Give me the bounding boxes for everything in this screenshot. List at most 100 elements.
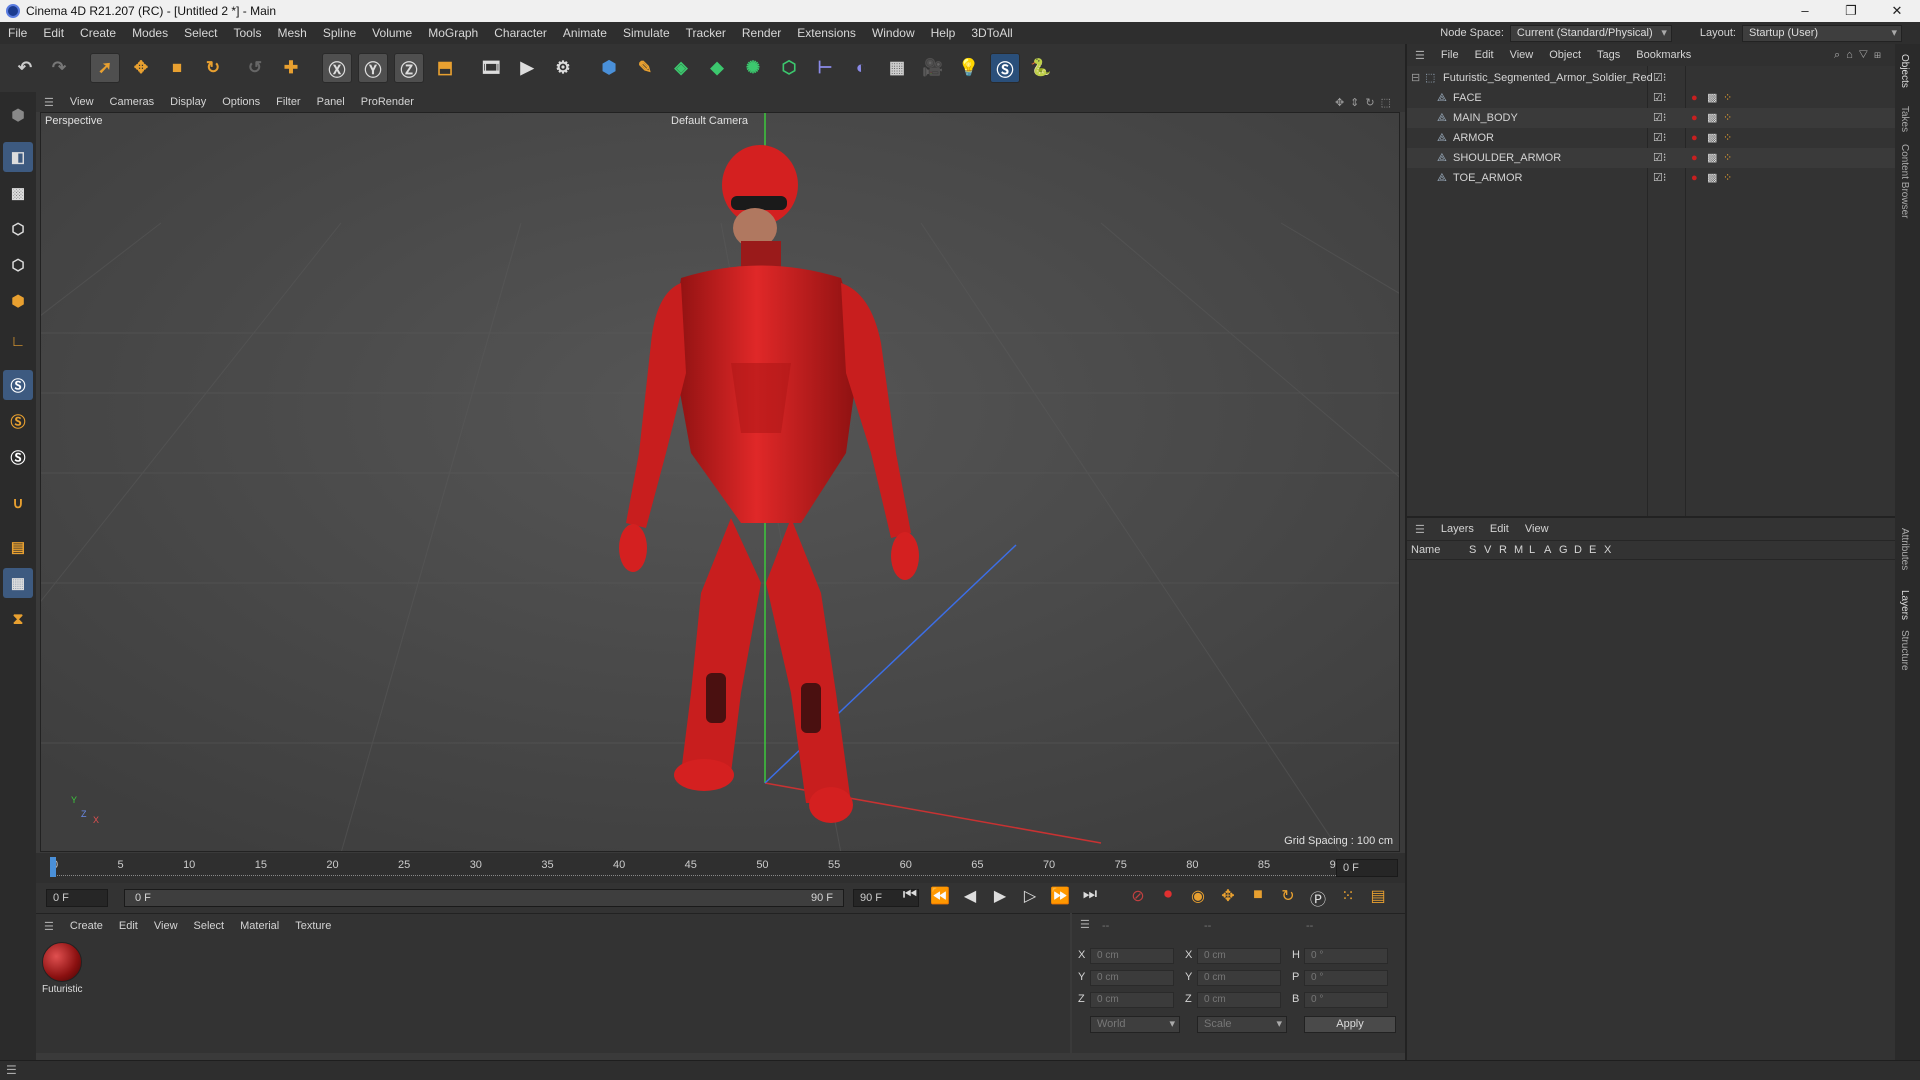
prev-frame-icon[interactable]: ◀ xyxy=(958,886,982,906)
coord-space-dropdown[interactable]: World xyxy=(1090,1016,1180,1033)
next-frame-icon[interactable]: ▷ xyxy=(1018,886,1042,906)
material-tag-icon[interactable]: ● xyxy=(1691,148,1698,168)
minimize-button[interactable]: – xyxy=(1782,0,1828,22)
render-view-icon[interactable]: 🎞 xyxy=(476,53,506,83)
model-mode-icon[interactable]: ◧ xyxy=(3,142,33,172)
viewport-camera-label[interactable]: Default Camera xyxy=(671,115,748,127)
coord-rot-b-field[interactable]: 0 ° xyxy=(1304,992,1388,1008)
menu-tracker[interactable]: Tracker xyxy=(678,26,734,40)
tab-layers[interactable]: Layers xyxy=(1899,590,1910,620)
menu-3dtoall[interactable]: 3DToAll xyxy=(963,26,1020,40)
redo-icon[interactable]: ↷ xyxy=(44,53,74,83)
world-coordinates-icon[interactable]: ⬒ xyxy=(430,53,460,83)
recent-tool-icon[interactable]: ↺ xyxy=(240,53,270,83)
move-tool-icon[interactable]: ✥ xyxy=(126,53,156,83)
pla-key-icon[interactable]: ⁙ xyxy=(1336,886,1360,910)
layers-col-xref[interactable]: X xyxy=(1604,544,1619,556)
phong-tag-icon[interactable]: ⁘ xyxy=(1723,168,1732,188)
layers-col-locked[interactable]: L xyxy=(1529,544,1544,556)
select-tool-icon[interactable]: ➚ xyxy=(90,53,120,83)
current-frame-field[interactable]: 0 F xyxy=(1336,859,1398,877)
material-menu-texture[interactable]: Texture xyxy=(287,920,339,932)
menu-extensions[interactable]: Extensions xyxy=(789,26,864,40)
menu-window[interactable]: Window xyxy=(864,26,923,40)
playhead[interactable] xyxy=(50,857,56,877)
material-menu-material[interactable]: Material xyxy=(232,920,287,932)
material-menu-create[interactable]: Create xyxy=(62,920,111,932)
viewport-menu-display[interactable]: Display xyxy=(162,96,214,108)
menu-mesh[interactable]: Mesh xyxy=(269,26,314,40)
viewport-menu-hamburger-icon[interactable]: ☰ xyxy=(36,96,62,109)
texture-tag-icon[interactable]: ▩ xyxy=(1707,88,1717,108)
coord-mode-dropdown[interactable]: Scale xyxy=(1197,1016,1287,1033)
visibility-toggle-icon[interactable]: ☑⁝ xyxy=(1653,148,1666,168)
make-editable-icon[interactable]: ⬢ xyxy=(3,100,33,130)
render-picture-viewer-icon[interactable]: ▶ xyxy=(512,53,542,83)
coordinate-system-icon[interactable]: ✚ xyxy=(276,53,306,83)
tab-content-browser[interactable]: Content Browser xyxy=(1899,144,1910,218)
coord-pos-y-field[interactable]: 0 cm xyxy=(1090,970,1174,986)
play-icon[interactable]: ▶ xyxy=(988,886,1012,906)
material-tag-icon[interactable]: ● xyxy=(1691,88,1698,108)
goto-end-icon[interactable]: ⏭ xyxy=(1078,886,1102,906)
autokey-icon[interactable]: ⏺ xyxy=(1156,886,1180,910)
object-row-toe-armor[interactable]: ⟁ TOE_ARMOR ☑⁝ ● ▩ ⁘ xyxy=(1407,168,1895,188)
magnet-icon[interactable]: ∪ xyxy=(3,488,33,518)
visibility-toggle-icon[interactable]: ☑⁝ xyxy=(1653,168,1666,188)
phong-tag-icon[interactable]: ⁘ xyxy=(1723,88,1732,108)
maximize-button[interactable]: ❐ xyxy=(1828,0,1874,22)
menu-help[interactable]: Help xyxy=(923,26,964,40)
layers-col-render[interactable]: R xyxy=(1499,544,1514,556)
layers-menu-view[interactable]: View xyxy=(1517,523,1557,535)
next-key-icon[interactable]: ⏩ xyxy=(1048,886,1072,906)
coord-size-z-field[interactable]: 0 cm xyxy=(1197,992,1281,1008)
edges-mode-icon[interactable]: ⬡ xyxy=(3,250,33,280)
texture-mode-icon[interactable]: ▩ xyxy=(3,178,33,208)
menu-create[interactable]: Create xyxy=(72,26,124,40)
objects-menu-tags[interactable]: Tags xyxy=(1589,49,1628,61)
deformer-bend-icon[interactable]: ⊢ xyxy=(810,53,840,83)
scale-tool-icon[interactable]: ■ xyxy=(162,53,192,83)
menu-mograph[interactable]: MoGraph xyxy=(420,26,486,40)
coord-rot-h-field[interactable]: 0 ° xyxy=(1304,948,1388,964)
y-axis-lock-icon[interactable]: Ⓨ xyxy=(358,53,388,83)
layers-menu-edit[interactable]: Edit xyxy=(1482,523,1517,535)
start-frame-field[interactable]: 0 F xyxy=(46,889,108,907)
texture-tag-icon[interactable]: ▩ xyxy=(1707,108,1717,128)
camera-icon[interactable]: 🎥 xyxy=(918,53,948,83)
material-tag-icon[interactable]: ● xyxy=(1691,128,1698,148)
frame-range-slider[interactable]: 0 F 90 F xyxy=(124,889,844,907)
parameter-key-icon[interactable]: Ⓟ xyxy=(1306,886,1330,910)
close-button[interactable]: ✕ xyxy=(1874,0,1920,22)
grid-plane-icon[interactable]: ▤ xyxy=(3,532,33,562)
viewport-menu-view[interactable]: View xyxy=(62,96,102,108)
material-swatch[interactable]: Futuristic xyxy=(42,942,86,1002)
menu-render[interactable]: Render xyxy=(734,26,789,40)
layers-col-expressions[interactable]: E xyxy=(1589,544,1604,556)
material-menu-select[interactable]: Select xyxy=(186,920,233,932)
layers-menu-hamburger-icon[interactable]: ☰ xyxy=(1407,523,1433,536)
undo-icon[interactable]: ↶ xyxy=(10,53,40,83)
node-space-dropdown[interactable]: Current (Standard/Physical) xyxy=(1509,24,1672,42)
field-icon[interactable]: ◐ xyxy=(846,53,876,83)
layers-col-animation[interactable]: A xyxy=(1544,544,1559,556)
material-menu-view[interactable]: View xyxy=(146,920,186,932)
menu-file[interactable]: File xyxy=(0,26,35,40)
menu-modes[interactable]: Modes xyxy=(124,26,176,40)
object-row-shoulder-armor[interactable]: ⟁ SHOULDER_ARMOR ☑⁝ ● ▩ ⁘ xyxy=(1407,148,1895,168)
light-icon[interactable]: 💡 xyxy=(954,53,984,83)
material-tag-icon[interactable]: ● xyxy=(1691,108,1698,128)
render-settings-icon[interactable]: ⚙ xyxy=(548,53,578,83)
coord-pos-z-field[interactable]: 0 cm xyxy=(1090,992,1174,1008)
object-row-main-body[interactable]: ⟁ MAIN_BODY ☑⁝ ● ▩ ⁘ xyxy=(1407,108,1895,128)
spline-pen-icon[interactable]: ✎ xyxy=(630,53,660,83)
objects-menu-object[interactable]: Object xyxy=(1541,49,1589,61)
coord-size-x-field[interactable]: 0 cm xyxy=(1197,948,1281,964)
apply-button[interactable]: Apply xyxy=(1304,1016,1396,1033)
cube-primitive-icon[interactable]: ⬢ xyxy=(594,53,624,83)
objects-menu-file[interactable]: File xyxy=(1433,49,1467,61)
objects-menu-bookmarks[interactable]: Bookmarks xyxy=(1628,49,1699,61)
menu-simulate[interactable]: Simulate xyxy=(615,26,678,40)
menu-animate[interactable]: Animate xyxy=(555,26,615,40)
prev-key-icon[interactable]: ⏪ xyxy=(928,886,952,906)
